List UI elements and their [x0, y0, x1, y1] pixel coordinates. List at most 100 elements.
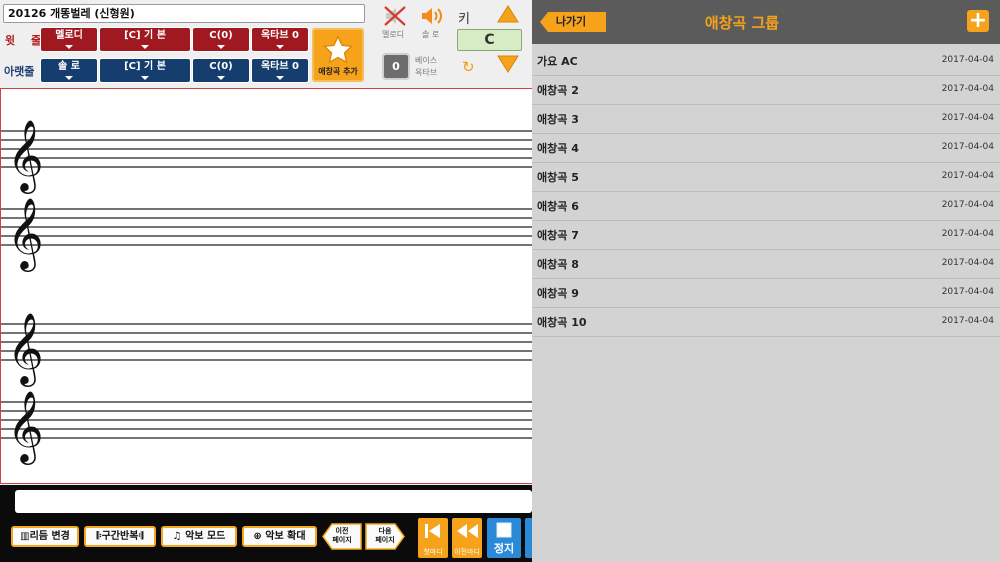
chevron-down-icon [65, 45, 73, 49]
chevron-down-icon [141, 76, 149, 80]
solo-toggle[interactable] [420, 5, 444, 27]
radio-icon: ▥ [20, 531, 30, 542]
svg-text:𝄞: 𝄞 [7, 311, 44, 387]
group-name: 애창곡 7 [537, 229, 579, 242]
chevron-down-icon [217, 76, 225, 80]
group-name: 애창곡 10 [537, 316, 587, 329]
next-page-label-2: 페이지 [375, 536, 395, 544]
prev-page-label-1: 이전 [335, 527, 349, 535]
prev-measure-button[interactable]: 이전마디 [452, 518, 482, 558]
stop-button[interactable]: 정지 [487, 518, 521, 558]
music-note-icon: ♫ [172, 531, 186, 542]
group-name: 애창곡 2 [537, 84, 579, 97]
zoom-in-icon: ⊕ [253, 531, 266, 542]
lyric-display [15, 490, 532, 513]
next-page-button[interactable]: 다음 페이지 [365, 523, 405, 550]
group-date: 2017-04-04 [941, 287, 994, 297]
group-date: 2017-04-04 [941, 55, 994, 65]
rewind-icon [457, 524, 478, 538]
bass-octave-value[interactable]: 0 [382, 53, 410, 80]
prev-page-label-2: 페이지 [332, 536, 352, 544]
upper-part-label: 멜로디 [55, 30, 83, 41]
plus-icon: + [968, 8, 988, 33]
song-title: 20126 개똥벌레 (신형원) [3, 4, 365, 23]
score-zoom-button[interactable]: ⊕ 악보 확대 [242, 526, 317, 547]
score-zoom-label: 악보 확대 [265, 531, 306, 542]
group-date: 2017-04-04 [941, 113, 994, 123]
group-date: 2017-04-04 [941, 84, 994, 94]
group-name: 애창곡 5 [537, 171, 579, 184]
list-item[interactable]: 애창곡 10 2017-04-04 [532, 308, 1000, 337]
list-item[interactable]: 애창곡 8 2017-04-04 [532, 250, 1000, 279]
list-item[interactable]: 애창곡 5 2017-04-04 [532, 163, 1000, 192]
key-down-button[interactable] [496, 54, 520, 78]
upper-key-label: C(0) [209, 30, 233, 41]
first-measure-button[interactable]: 첫마디 [418, 518, 448, 558]
upper-key-select[interactable]: C(0) [192, 27, 250, 52]
star-icon [322, 34, 354, 64]
lower-row-label: 아랫줄 [4, 65, 35, 78]
group-date: 2017-04-04 [941, 200, 994, 210]
section-repeat-button[interactable]: 𝄆구간반복𝄇 [84, 526, 156, 547]
score-mode-label: 악보 모드 [185, 531, 226, 542]
lower-octave-label: 옥타브 0 [260, 61, 300, 72]
reset-icon: ↻ [462, 58, 475, 76]
key-value: C [457, 29, 522, 51]
section-repeat-label: 구간반복 [101, 531, 139, 542]
staff-1: 𝄞 [0, 118, 532, 194]
group-date: 2017-04-04 [941, 229, 994, 239]
speaker-muted-icon [384, 6, 406, 26]
bass-label: 베이스 [415, 56, 438, 65]
melody-toggle[interactable] [383, 5, 407, 27]
bottom-control-bar: ▥리듬 변경 𝄆구간반복𝄇 ♫ 악보 모드 ⊕ 악보 확대 이전 페이지 다음 … [0, 485, 532, 562]
add-group-button[interactable]: + [967, 10, 989, 32]
svg-text:𝄞: 𝄞 [7, 118, 44, 194]
list-item[interactable]: 애창곡 3 2017-04-04 [532, 105, 1000, 134]
rhythm-change-button[interactable]: ▥리듬 변경 [11, 526, 79, 547]
staff-3: 𝄞 [0, 311, 532, 387]
lower-key-select[interactable]: C(0) [192, 58, 250, 83]
staff-4: 𝄞 [0, 389, 532, 465]
prev-measure-label: 이전마디 [454, 548, 480, 556]
octave-label: 옥타브 [415, 68, 438, 77]
svg-text:𝄞: 𝄞 [7, 389, 44, 465]
list-item[interactable]: 애창곡 4 2017-04-04 [532, 134, 1000, 163]
reset-key-button[interactable]: ↻ [462, 58, 475, 76]
lower-part-select[interactable]: 솔 로 [40, 58, 98, 83]
stop-label: 정지 [493, 542, 515, 555]
group-date: 2017-04-04 [941, 258, 994, 268]
upper-octave-select[interactable]: 옥타브 0 [251, 27, 309, 52]
upper-chord-select[interactable]: [C] 기 본 [99, 27, 191, 52]
music-staff-canvas: 𝄞 𝄞 𝄞 𝄞 [0, 118, 532, 465]
triangle-down-icon [497, 55, 519, 73]
lower-octave-select[interactable]: 옥타브 0 [251, 58, 309, 83]
list-item[interactable]: 애창곡 9 2017-04-04 [532, 279, 1000, 308]
group-date: 2017-04-04 [941, 171, 994, 181]
list-item[interactable]: 애창곡 7 2017-04-04 [532, 221, 1000, 250]
list-item[interactable]: 애창곡 2 2017-04-04 [532, 76, 1000, 105]
list-item[interactable]: 애창곡 6 2017-04-04 [532, 192, 1000, 221]
score-mode-button[interactable]: ♫ 악보 모드 [161, 526, 237, 547]
group-date: 2017-04-04 [941, 142, 994, 152]
upper-part-select[interactable]: 멜로디 [40, 27, 98, 52]
chevron-down-icon [276, 76, 284, 80]
chevron-down-icon [141, 45, 149, 49]
svg-text:𝄞: 𝄞 [7, 196, 44, 272]
skip-to-start-icon [425, 524, 440, 538]
favorite-groups-panel: 나가기 애창곡 그룹 + 가요 AC 2017-04-04 애창곡 2 2017… [532, 0, 1000, 562]
add-favorite-button[interactable]: 애창곡 추가 [312, 28, 364, 82]
lower-part-label: 솔 로 [58, 61, 80, 72]
key-up-button[interactable] [496, 4, 520, 28]
group-name: 애창곡 9 [537, 287, 579, 300]
upper-chord-label: [C] 기 본 [124, 30, 166, 41]
lower-key-label: C(0) [209, 61, 233, 72]
app-root: 20126 개똥벌레 (신형원) 윗 줄 아랫줄 멜로디 [C] 기 본 C(0… [0, 0, 1000, 562]
group-name: 애창곡 6 [537, 200, 579, 213]
group-date: 2017-04-04 [941, 316, 994, 326]
lower-chord-select[interactable]: [C] 기 본 [99, 58, 191, 83]
panel-title: 애창곡 그룹 [704, 14, 780, 32]
solo-toggle-label: 솔 로 [422, 30, 440, 39]
list-item[interactable]: 가요 AC 2017-04-04 [532, 47, 1000, 76]
play-button-partial[interactable] [525, 518, 532, 558]
prev-page-button[interactable]: 이전 페이지 [322, 523, 362, 550]
